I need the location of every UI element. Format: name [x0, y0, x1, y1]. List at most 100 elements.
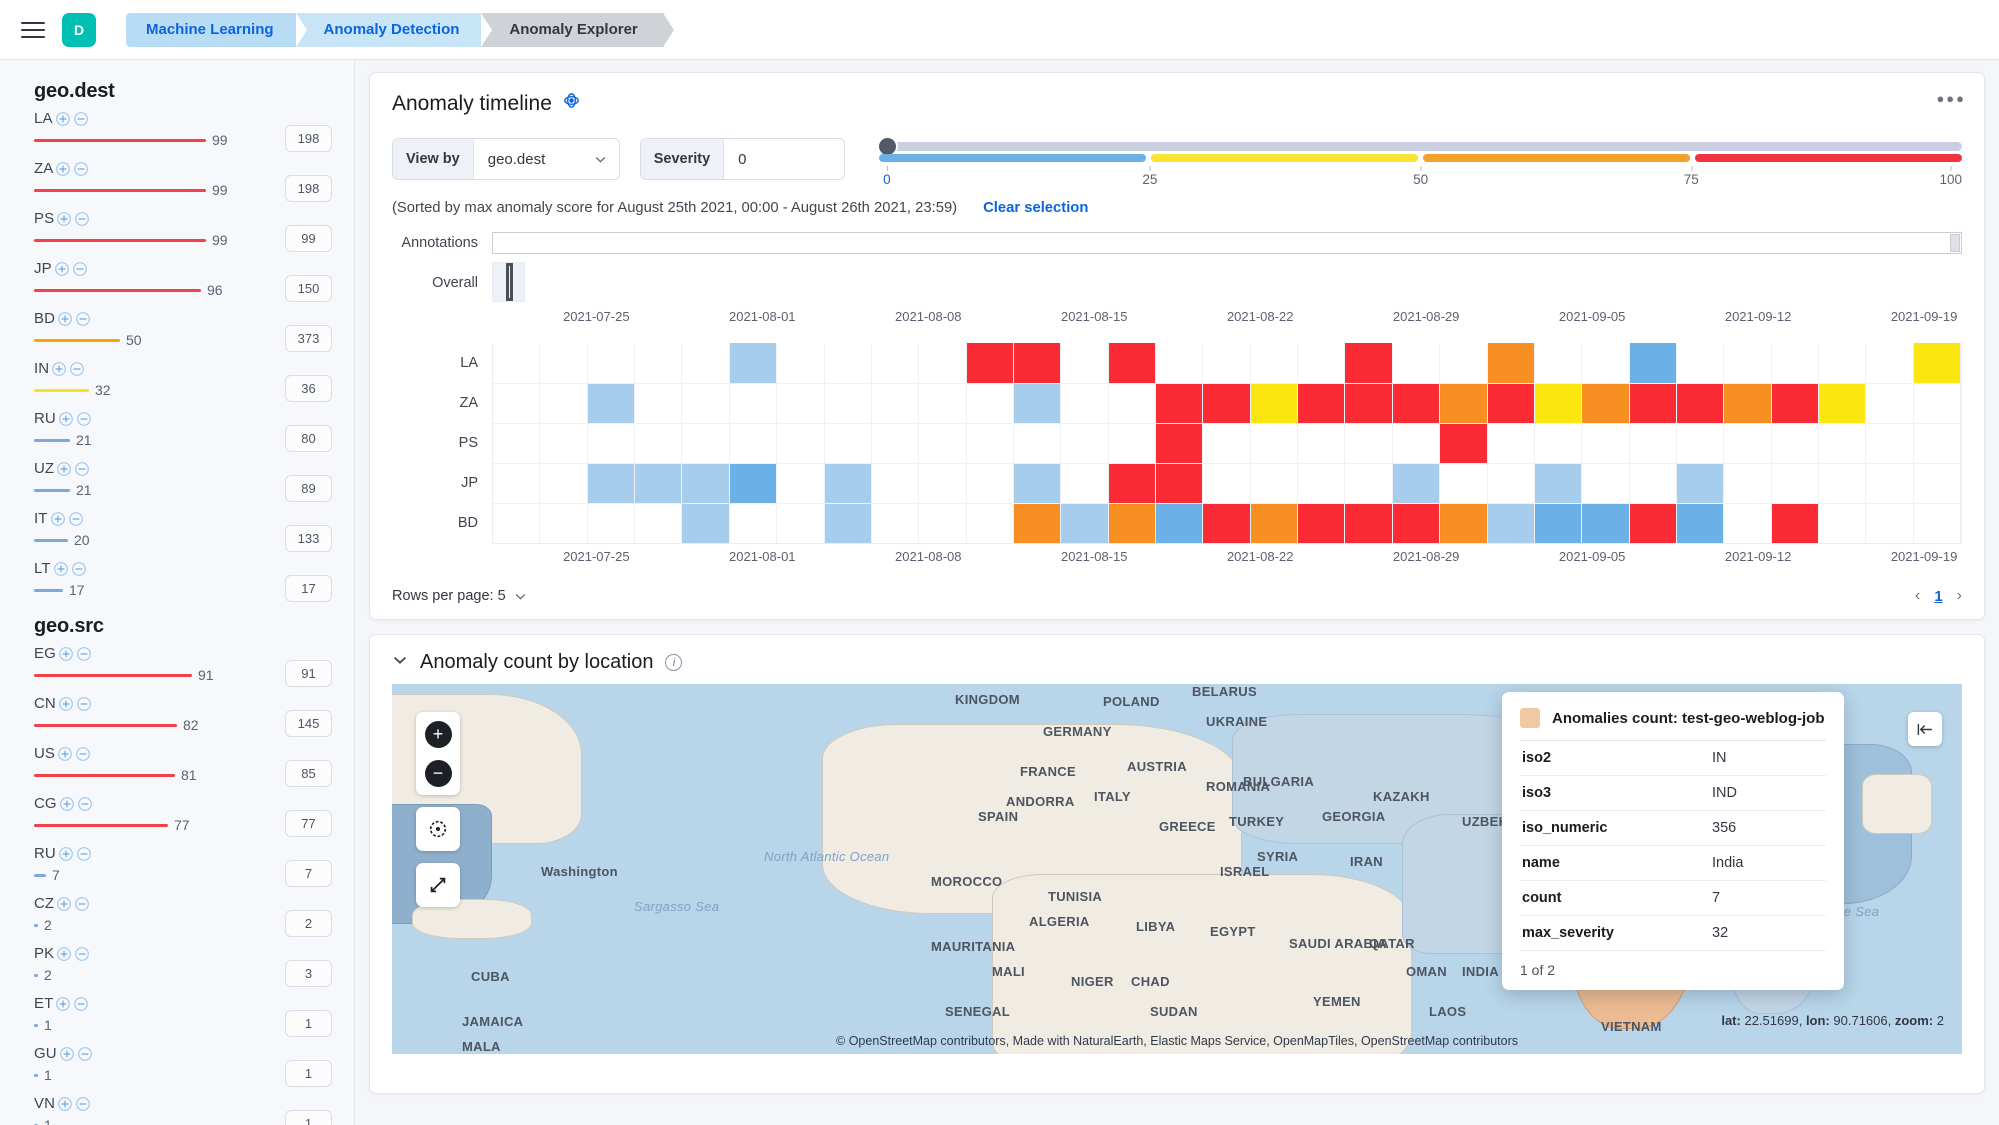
- swimlane-cell[interactable]: [1156, 424, 1204, 463]
- add-filter-icon[interactable]: [56, 946, 72, 962]
- remove-filter-icon[interactable]: [73, 161, 89, 177]
- swimlane-cell[interactable]: [1819, 424, 1867, 463]
- swimlane-cell[interactable]: [1487, 464, 1535, 503]
- swimlane-cell[interactable]: [1629, 424, 1677, 463]
- swimlane-cell[interactable]: [1487, 424, 1535, 463]
- swimlane-cell[interactable]: [871, 424, 920, 463]
- remove-filter-icon[interactable]: [74, 946, 90, 962]
- swimlane-cell[interactable]: [729, 384, 778, 423]
- swimlane-cell[interactable]: [1392, 424, 1441, 463]
- swimlane-cell[interactable]: [1440, 504, 1488, 543]
- swimlane-cell[interactable]: [1534, 343, 1583, 383]
- annotations-track[interactable]: [492, 232, 1962, 254]
- swimlane-cell[interactable]: [919, 424, 967, 463]
- swimlane-cell[interactable]: [1298, 343, 1346, 383]
- remove-filter-icon[interactable]: [75, 746, 91, 762]
- add-filter-icon[interactable]: [55, 111, 71, 127]
- context-menu-icon[interactable]: ●●●: [1936, 91, 1966, 106]
- swimlane-cell[interactable]: [777, 504, 825, 543]
- swimlane-cell[interactable]: [1250, 464, 1299, 503]
- breadcrumb-item-anomaly-detection[interactable]: Anomaly Detection: [295, 12, 492, 47]
- prev-page-button[interactable]: ‹: [1915, 587, 1920, 605]
- swimlane-cell[interactable]: [587, 464, 636, 503]
- swimlane-cell[interactable]: [1913, 424, 1962, 463]
- swimlane-cell[interactable]: [871, 343, 920, 383]
- swimlane-cell[interactable]: [493, 424, 541, 463]
- influencer-row[interactable]: LA 99 198: [0, 109, 354, 159]
- expand-icon[interactable]: [423, 870, 453, 900]
- remove-filter-icon[interactable]: [73, 996, 89, 1012]
- swimlane-cell[interactable]: [1534, 464, 1583, 503]
- add-filter-icon[interactable]: [51, 361, 67, 377]
- swimlane-cell[interactable]: [1866, 504, 1914, 543]
- swimlane-cell[interactable]: [682, 504, 730, 543]
- swimlane-cell[interactable]: [1866, 464, 1914, 503]
- swimlane-cell[interactable]: [1156, 504, 1204, 543]
- map-canvas[interactable]: + − Anomalies count: test-geo-weblog-job…: [392, 684, 1962, 1054]
- swimlane-cell[interactable]: [1061, 464, 1109, 503]
- collapse-left-icon[interactable]: [1908, 712, 1942, 746]
- swimlane-cell[interactable]: [1061, 504, 1109, 543]
- swimlane-cell[interactable]: [1534, 504, 1583, 543]
- swimlane-cell[interactable]: [1013, 464, 1062, 503]
- swimlane-cell[interactable]: [919, 384, 967, 423]
- severity-input[interactable]: Severity 0: [639, 138, 846, 180]
- severity-slider[interactable]: 0 25 50 75 100: [879, 136, 1962, 187]
- remove-filter-icon[interactable]: [76, 646, 92, 662]
- swimlane-cell[interactable]: [1345, 343, 1393, 383]
- swimlane-cell[interactable]: [682, 464, 730, 503]
- remove-filter-icon[interactable]: [77, 796, 93, 812]
- remove-filter-icon[interactable]: [69, 361, 85, 377]
- map-attribution[interactable]: © OpenStreetMap contributors, Made with …: [392, 1034, 1962, 1048]
- swimlane-cell[interactable]: [1676, 504, 1725, 543]
- swimlane-cell[interactable]: [966, 464, 1014, 503]
- swimlane-cell[interactable]: [493, 384, 541, 423]
- swimlane-cell[interactable]: [1487, 504, 1535, 543]
- remove-filter-icon[interactable]: [74, 896, 90, 912]
- swimlane-cell[interactable]: [824, 384, 872, 423]
- swimlane-cell[interactable]: [729, 343, 778, 383]
- add-filter-icon[interactable]: [56, 461, 72, 477]
- swimlane-cell[interactable]: [1724, 343, 1772, 383]
- swimlane-cell[interactable]: [1440, 343, 1488, 383]
- swimlane-cell[interactable]: [635, 424, 683, 463]
- swimlane-cell[interactable]: [1771, 343, 1820, 383]
- remove-filter-icon[interactable]: [77, 1046, 93, 1062]
- swimlane-cell[interactable]: [966, 424, 1014, 463]
- swimlane-cell[interactable]: [1392, 384, 1441, 423]
- add-filter-icon[interactable]: [58, 411, 74, 427]
- swimlane-cell[interactable]: [1771, 464, 1820, 503]
- swimlane-cell[interactable]: [729, 464, 778, 503]
- add-filter-icon[interactable]: [59, 1046, 75, 1062]
- swimlane-cell[interactable]: [1392, 504, 1441, 543]
- swimlane-cell[interactable]: [1108, 343, 1157, 383]
- influencer-row[interactable]: PS 99 99: [0, 209, 354, 259]
- swimlane-cell[interactable]: [635, 343, 683, 383]
- swimlane-cell[interactable]: [1724, 424, 1772, 463]
- add-filter-icon[interactable]: [58, 846, 74, 862]
- swimlane-cell[interactable]: [1913, 384, 1962, 423]
- add-filter-icon[interactable]: [55, 161, 71, 177]
- swimlane-cell[interactable]: [777, 464, 825, 503]
- swimlane-cell[interactable]: [1724, 504, 1772, 543]
- remove-filter-icon[interactable]: [76, 411, 92, 427]
- add-filter-icon[interactable]: [56, 896, 72, 912]
- swimlane-cell[interactable]: [1345, 464, 1393, 503]
- swimlane-cell[interactable]: [1913, 464, 1962, 503]
- swimlane-cell[interactable]: [1156, 464, 1204, 503]
- add-filter-icon[interactable]: [53, 561, 69, 577]
- swimlane-cell[interactable]: [1298, 384, 1346, 423]
- swimlane-cell[interactable]: [1582, 504, 1630, 543]
- swimlane-cell[interactable]: [1771, 424, 1820, 463]
- swimlane-cell[interactable]: [1345, 424, 1393, 463]
- swimlane-cell[interactable]: [1866, 343, 1914, 383]
- influencer-row[interactable]: IT 20 133: [0, 509, 354, 559]
- swimlane-cell[interactable]: [1724, 384, 1772, 423]
- add-filter-icon[interactable]: [57, 746, 73, 762]
- swimlane-cell[interactable]: [682, 384, 730, 423]
- swimlane-cell[interactable]: [729, 424, 778, 463]
- zoom-out-button[interactable]: −: [423, 758, 453, 788]
- swimlane-cell[interactable]: [540, 424, 588, 463]
- swimlane-cell[interactable]: [1866, 424, 1914, 463]
- overall-cell[interactable]: [509, 263, 510, 301]
